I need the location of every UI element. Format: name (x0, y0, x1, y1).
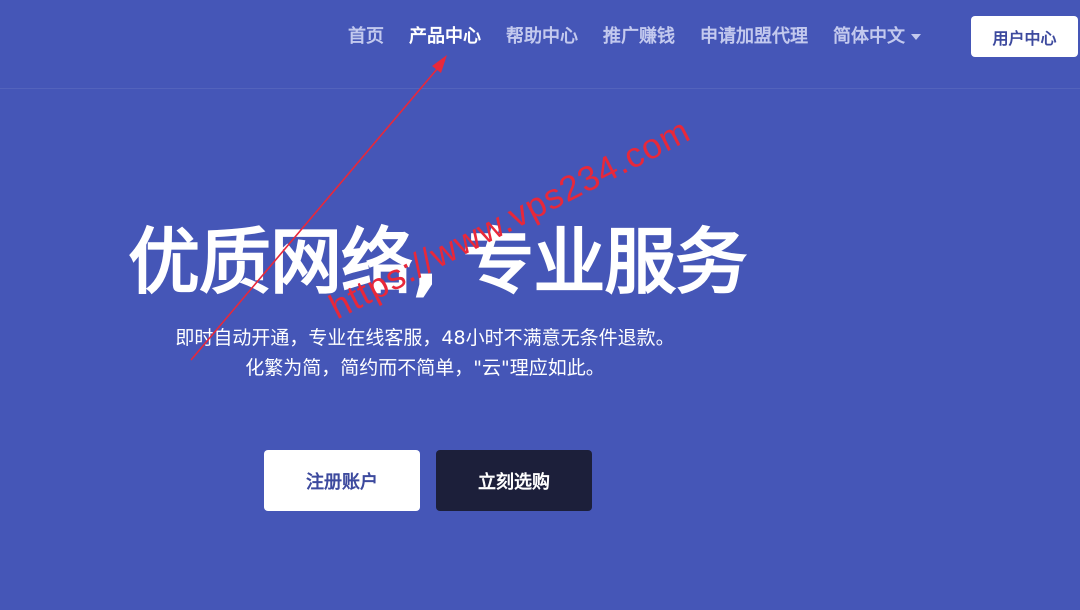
nav-item-reseller[interactable]: 申请加盟代理 (700, 24, 808, 50)
hero-subtitle-line-2: 化繁为简，简约而不简单，"云"理应如此。 (245, 357, 605, 379)
language-selector[interactable]: 简体中文 (833, 24, 921, 50)
main-nav: 首页 产品中心 帮助中心 推广赚钱 申请加盟代理 简体中文 (348, 24, 946, 50)
nav-item-affiliate[interactable]: 推广赚钱 (603, 24, 675, 50)
caret-down-icon (911, 34, 921, 40)
annotation-arrow-line (190, 61, 444, 361)
nav-item-products[interactable]: 产品中心 (409, 24, 481, 50)
nav-item-home[interactable]: 首页 (348, 24, 384, 50)
language-label: 简体中文 (833, 26, 905, 47)
top-navigation-bar: 首页 产品中心 帮助中心 推广赚钱 申请加盟代理 简体中文 用户中心 (0, 0, 1080, 89)
buy-now-button[interactable]: 立刻选购 (436, 450, 592, 511)
user-center-button[interactable]: 用户中心 (971, 16, 1078, 57)
annotation-arrow (190, 55, 447, 361)
hero-subtitle-line-1: 即时自动开通，专业在线客服，48小时不满意无条件退款。 (175, 327, 675, 349)
register-account-button[interactable]: 注册账户 (264, 450, 420, 511)
nav-item-help[interactable]: 帮助中心 (506, 24, 578, 50)
hero-title: 优质网络, 专业服务 (128, 220, 747, 304)
